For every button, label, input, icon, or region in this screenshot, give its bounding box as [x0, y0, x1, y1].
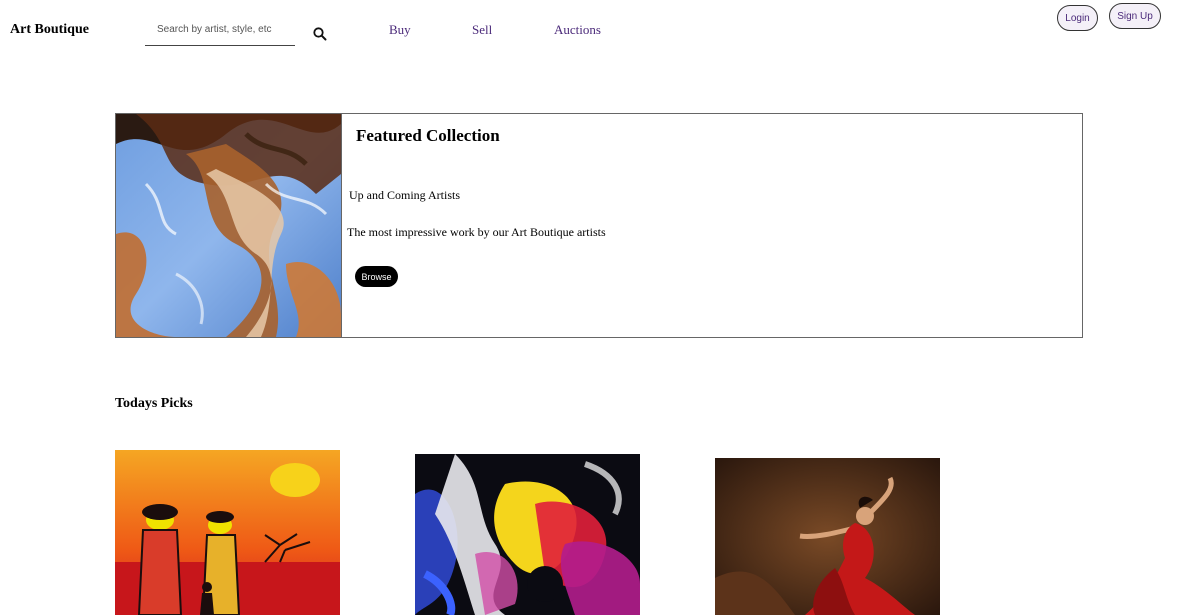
featured-title: Featured Collection [356, 126, 500, 145]
page: Art Boutique Buy Sell Auctions Login Sig… [0, 0, 1199, 615]
search-input[interactable] [145, 17, 295, 41]
nav-buy-link[interactable]: Buy [389, 22, 411, 38]
featured-description: The most impressive work by our Art Bout… [347, 225, 606, 239]
featured-artwork-image[interactable] [116, 114, 342, 337]
nav-auctions-link[interactable]: Auctions [554, 22, 601, 38]
featured-subtitle: Up and Coming Artists [349, 188, 461, 202]
brand-logo[interactable]: Art Boutique [10, 22, 89, 38]
search-bar [145, 17, 295, 46]
todays-picks-heading: Todays Picks [115, 396, 193, 411]
pick-artwork-3[interactable] [715, 458, 940, 615]
login-button[interactable]: Login [1057, 5, 1098, 31]
nav-sell-link[interactable]: Sell [472, 22, 492, 38]
pick-artwork-1[interactable] [115, 450, 340, 615]
browse-button[interactable]: Browse [355, 266, 398, 287]
featured-collection-card: Featured Collection Up and Coming Artist… [115, 113, 1083, 338]
pick-artwork-2[interactable] [415, 454, 640, 615]
signup-button[interactable]: Sign Up [1109, 3, 1161, 29]
search-icon[interactable] [312, 26, 328, 42]
